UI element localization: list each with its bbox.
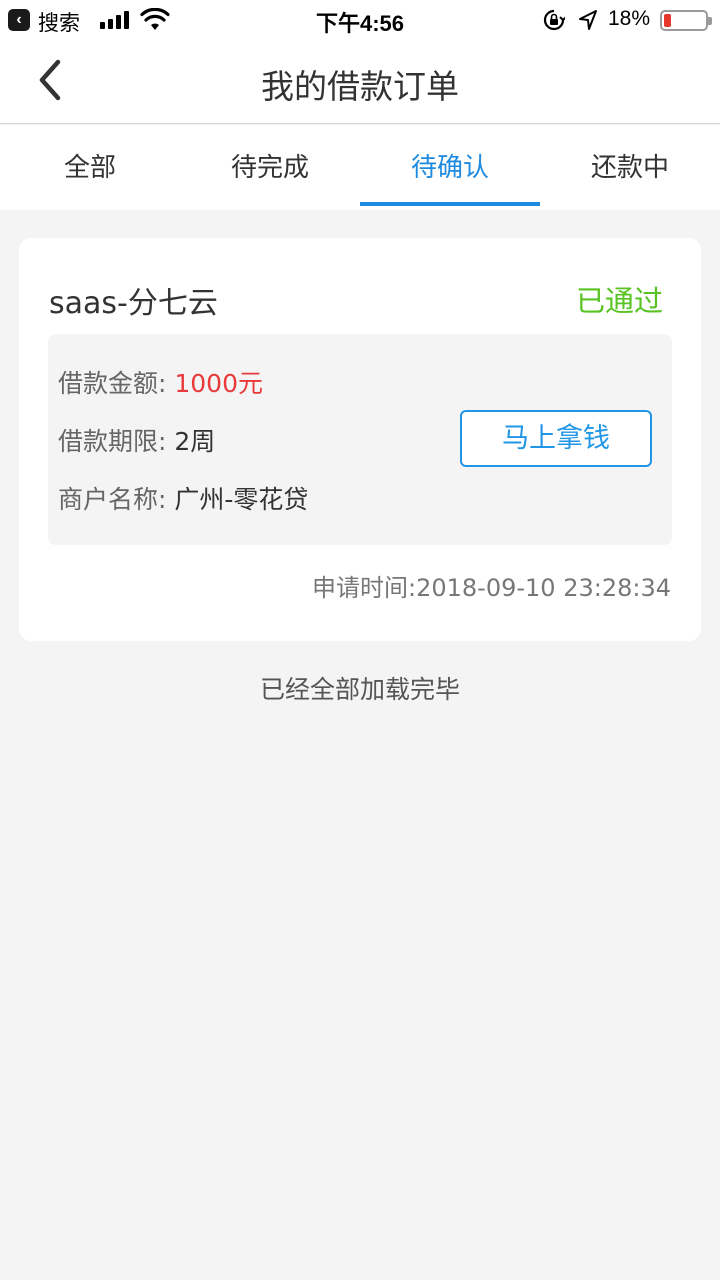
- tab-pending-complete[interactable]: 待完成: [180, 125, 360, 210]
- loan-amount-row: 借款金额: 1000元: [58, 364, 263, 400]
- merchant-label: 商户名称:: [58, 485, 175, 514]
- loan-term-value: 2周: [174, 427, 216, 456]
- loan-term-row: 借款期限: 2周: [58, 422, 215, 458]
- battery-percent: 18%: [608, 7, 651, 30]
- loan-amount-value: 1000元: [174, 369, 263, 398]
- battery-icon: [660, 10, 712, 31]
- tab-repaying[interactable]: 还款中: [540, 125, 720, 210]
- merchant-value: 广州-零花贷: [174, 485, 309, 514]
- status-bar: ‹ 搜索 下午4:56 18%: [0, 0, 720, 40]
- order-title: saas-分七云: [49, 286, 218, 321]
- get-money-button[interactable]: 马上拿钱: [460, 410, 652, 467]
- apply-time: 申请时间:2018-09-10 23:28:34: [312, 574, 671, 602]
- page-title: 我的借款订单: [261, 67, 459, 106]
- order-info-box: 借款金额: 1000元 借款期限: 2周 商户名称: 广州-零花贷 马上拿钱: [48, 334, 672, 545]
- loan-term-label: 借款期限:: [58, 427, 175, 456]
- location-icon: [579, 10, 597, 30]
- tab-pending-confirm[interactable]: 待确认: [360, 125, 540, 210]
- tab-all[interactable]: 全部: [0, 125, 180, 210]
- load-complete-text: 已经全部加载完毕: [259, 675, 460, 704]
- nav-bar: 我的借款订单: [0, 40, 720, 124]
- status-badge: 已通过: [575, 284, 663, 318]
- order-card[interactable]: saas-分七云 已通过 借款金额: 1000元 借款期限: 2周 商户名称: …: [19, 238, 701, 641]
- tab-bar: 全部 待完成 待确认 还款中: [0, 125, 720, 210]
- merchant-row: 商户名称: 广州-零花贷: [58, 480, 308, 516]
- loan-amount-label: 借款金额:: [58, 369, 175, 398]
- orientation-lock-icon: [543, 9, 565, 31]
